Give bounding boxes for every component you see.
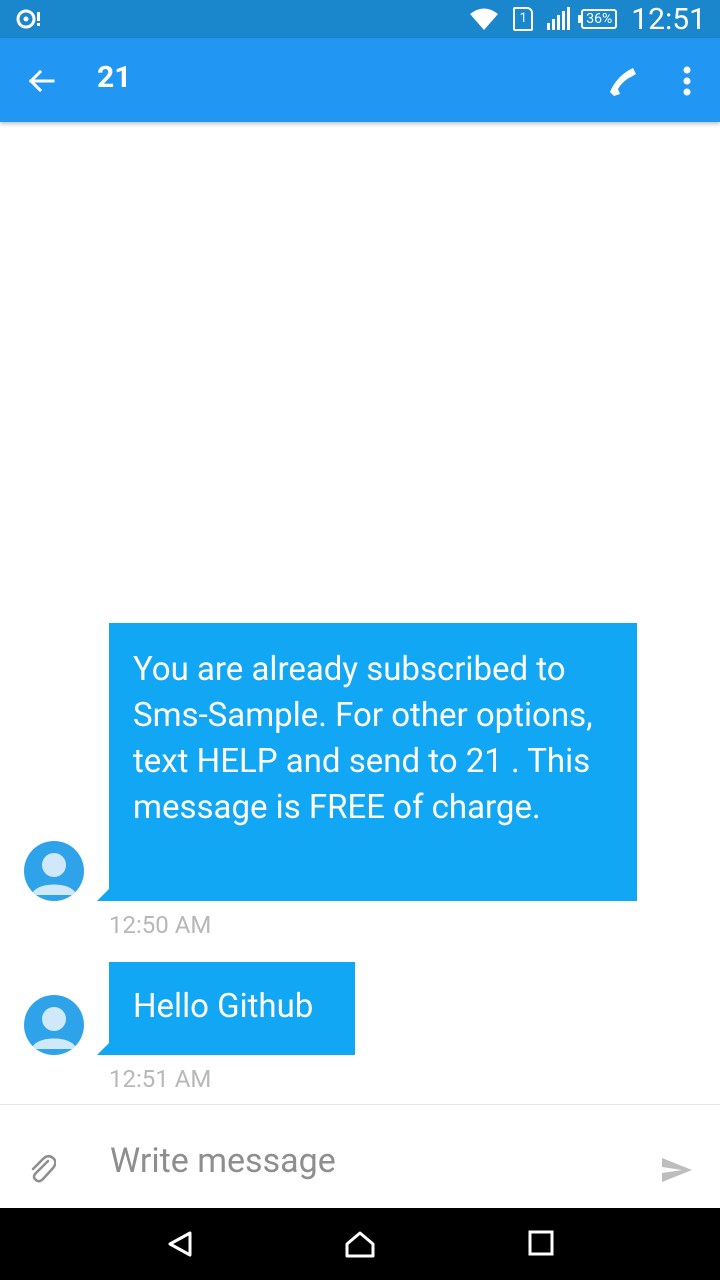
paperclip-icon[interactable] (26, 1151, 56, 1185)
back-arrow-icon[interactable] (26, 66, 56, 96)
nav-home-icon[interactable] (344, 1230, 376, 1258)
battery-level: 36% (586, 11, 613, 27)
more-vert-icon[interactable] (672, 64, 702, 98)
app-bar: 21 (0, 38, 720, 122)
message-text: You are already subscribed to Sms-Sample… (133, 650, 593, 827)
message-composer (0, 1104, 720, 1209)
navigation-bar (0, 1208, 720, 1280)
phone-icon[interactable] (606, 64, 640, 98)
signal-icon (547, 7, 571, 30)
message-bubble-received[interactable]: Hello Github (97, 962, 355, 1055)
conversation-title: 21 (97, 60, 132, 95)
nav-recents-icon[interactable] (528, 1230, 554, 1256)
contact-avatar (24, 995, 84, 1055)
status-bar: 1 36% 12:51 (0, 0, 720, 38)
message-thread[interactable]: You are already subscribed to Sms-Sample… (0, 122, 720, 1104)
message-input[interactable] (108, 1135, 632, 1187)
message-timestamp: 12:51 AM (109, 1065, 212, 1093)
notification-icon (16, 9, 40, 29)
nav-back-icon[interactable] (166, 1230, 194, 1258)
battery-icon: 36% (578, 9, 618, 29)
person-icon (32, 853, 76, 895)
contact-avatar (24, 841, 84, 901)
message-text: Hello Github (133, 987, 314, 1026)
wifi-icon (470, 8, 499, 30)
status-time: 12:51 (631, 1, 706, 37)
send-icon[interactable] (660, 1155, 694, 1185)
message-timestamp: 12:50 AM (109, 911, 212, 939)
person-icon (32, 1007, 76, 1049)
message-bubble-received[interactable]: You are already subscribed to Sms-Sample… (97, 623, 637, 901)
sim-icon: 1 (513, 7, 534, 31)
